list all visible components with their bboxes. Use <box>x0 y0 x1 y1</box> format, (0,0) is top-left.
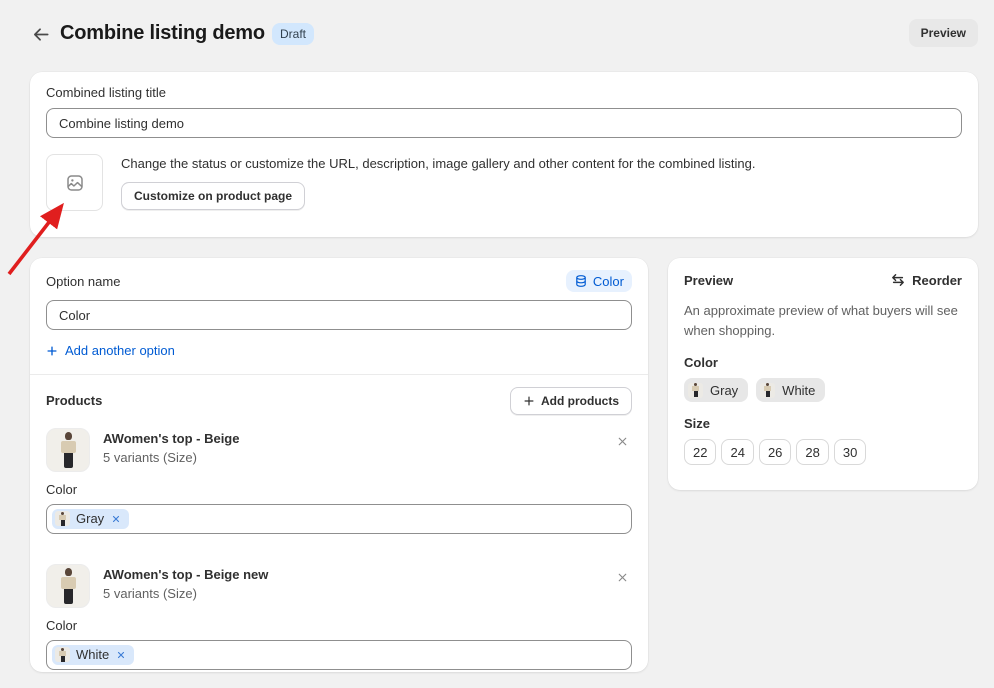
swap-arrows-icon <box>890 272 906 288</box>
x-icon <box>616 435 629 448</box>
combined-listing-title-input[interactable] <box>46 108 962 138</box>
reorder-label: Reorder <box>912 273 962 288</box>
size-option-30[interactable]: 30 <box>834 439 866 465</box>
swatch-label: White <box>782 383 815 398</box>
product-thumbnail <box>46 428 90 472</box>
product-photo <box>61 432 76 468</box>
database-icon <box>574 274 588 288</box>
product-variants: 5 variants (Size) <box>103 586 268 601</box>
tag-label: White <box>76 647 109 662</box>
add-products-button[interactable]: Add products <box>510 387 632 415</box>
option-name-section: Option name Color Add another option <box>30 258 648 374</box>
page-title: Combine listing demo <box>60 22 265 45</box>
size-option-28[interactable]: 28 <box>796 439 828 465</box>
combined-listing-card: Combined listing title Change the status… <box>30 72 978 237</box>
product-title: AWomen's top - Beige <box>103 431 239 446</box>
linked-option-badge-label: Color <box>593 274 624 289</box>
color-swatch-white[interactable]: White <box>756 378 825 402</box>
product-photo <box>61 568 76 604</box>
linked-option-badge[interactable]: Color <box>566 270 632 292</box>
swatch-label: Gray <box>710 383 738 398</box>
remove-tag-button[interactable] <box>110 513 122 525</box>
x-icon <box>116 650 126 660</box>
options-products-card: Option name Color Add another option Pro… <box>30 258 648 672</box>
option-value-tag: White <box>52 645 134 665</box>
product-row: AWomen's top - Beige 5 variants (Size) <box>46 428 632 472</box>
product-option-value-input[interactable]: White <box>46 640 632 670</box>
remove-product-button[interactable] <box>612 568 632 588</box>
listing-image-placeholder[interactable] <box>46 154 103 211</box>
add-products-label: Add products <box>541 394 619 408</box>
page-header: Combine listing demo Draft Preview <box>0 0 994 64</box>
option-value-tag: Gray <box>52 509 129 529</box>
products-heading: Products <box>46 393 102 408</box>
option-name-label: Option name <box>46 274 120 289</box>
product-title: AWomen's top - Beige new <box>103 567 268 582</box>
tag-label: Gray <box>76 511 104 526</box>
option-name-input[interactable] <box>46 300 632 330</box>
preview-color-label: Color <box>684 355 962 370</box>
product-option-label: Color <box>46 482 632 497</box>
arrow-left-icon <box>32 25 51 44</box>
tag-thumbnail <box>55 511 70 526</box>
plus-icon <box>523 395 535 407</box>
listing-media-row: Change the status or customize the URL, … <box>46 154 962 211</box>
remove-tag-button[interactable] <box>115 649 127 661</box>
swatch-thumbnail <box>760 383 775 398</box>
preview-heading: Preview <box>684 273 733 288</box>
preview-size-label: Size <box>684 416 962 431</box>
reorder-button[interactable]: Reorder <box>890 272 962 288</box>
back-button[interactable] <box>30 23 52 45</box>
listing-description: Change the status or customize the URL, … <box>121 156 755 171</box>
add-another-option-link[interactable]: Add another option <box>46 343 175 358</box>
color-swatch-gray[interactable]: Gray <box>684 378 748 402</box>
remove-product-button[interactable] <box>612 432 632 452</box>
product-variants: 5 variants (Size) <box>103 450 239 465</box>
size-option-26[interactable]: 26 <box>759 439 791 465</box>
add-another-option-label: Add another option <box>65 343 175 358</box>
preview-card: Preview Reorder An approximate preview o… <box>668 258 978 490</box>
preview-button[interactable]: Preview <box>909 19 978 47</box>
customize-on-product-page-button[interactable]: Customize on product page <box>121 182 305 210</box>
x-icon <box>111 514 121 524</box>
size-option-24[interactable]: 24 <box>721 439 753 465</box>
tag-thumbnail <box>55 647 70 662</box>
status-badge: Draft <box>272 23 314 45</box>
plus-icon <box>46 345 58 357</box>
product-row: AWomen's top - Beige new 5 variants (Siz… <box>46 564 632 608</box>
combined-listing-title-label: Combined listing title <box>46 85 962 100</box>
color-swatch-row: Gray White <box>684 378 962 402</box>
product-option-label: Color <box>46 618 632 633</box>
x-icon <box>616 571 629 584</box>
product-info: AWomen's top - Beige 5 variants (Size) <box>103 428 239 465</box>
size-option-22[interactable]: 22 <box>684 439 716 465</box>
listing-customize-column: Change the status or customize the URL, … <box>121 154 755 211</box>
product-option-value-input[interactable]: Gray <box>46 504 632 534</box>
swatch-thumbnail <box>688 383 703 398</box>
size-option-row: 22 24 26 28 30 <box>684 439 962 465</box>
products-section: Products Add products AWomen's top - Bei… <box>30 375 648 683</box>
preview-description: An approximate preview of what buyers wi… <box>684 301 962 341</box>
product-thumbnail <box>46 564 90 608</box>
image-icon <box>65 173 85 193</box>
product-info: AWomen's top - Beige new 5 variants (Siz… <box>103 564 268 601</box>
